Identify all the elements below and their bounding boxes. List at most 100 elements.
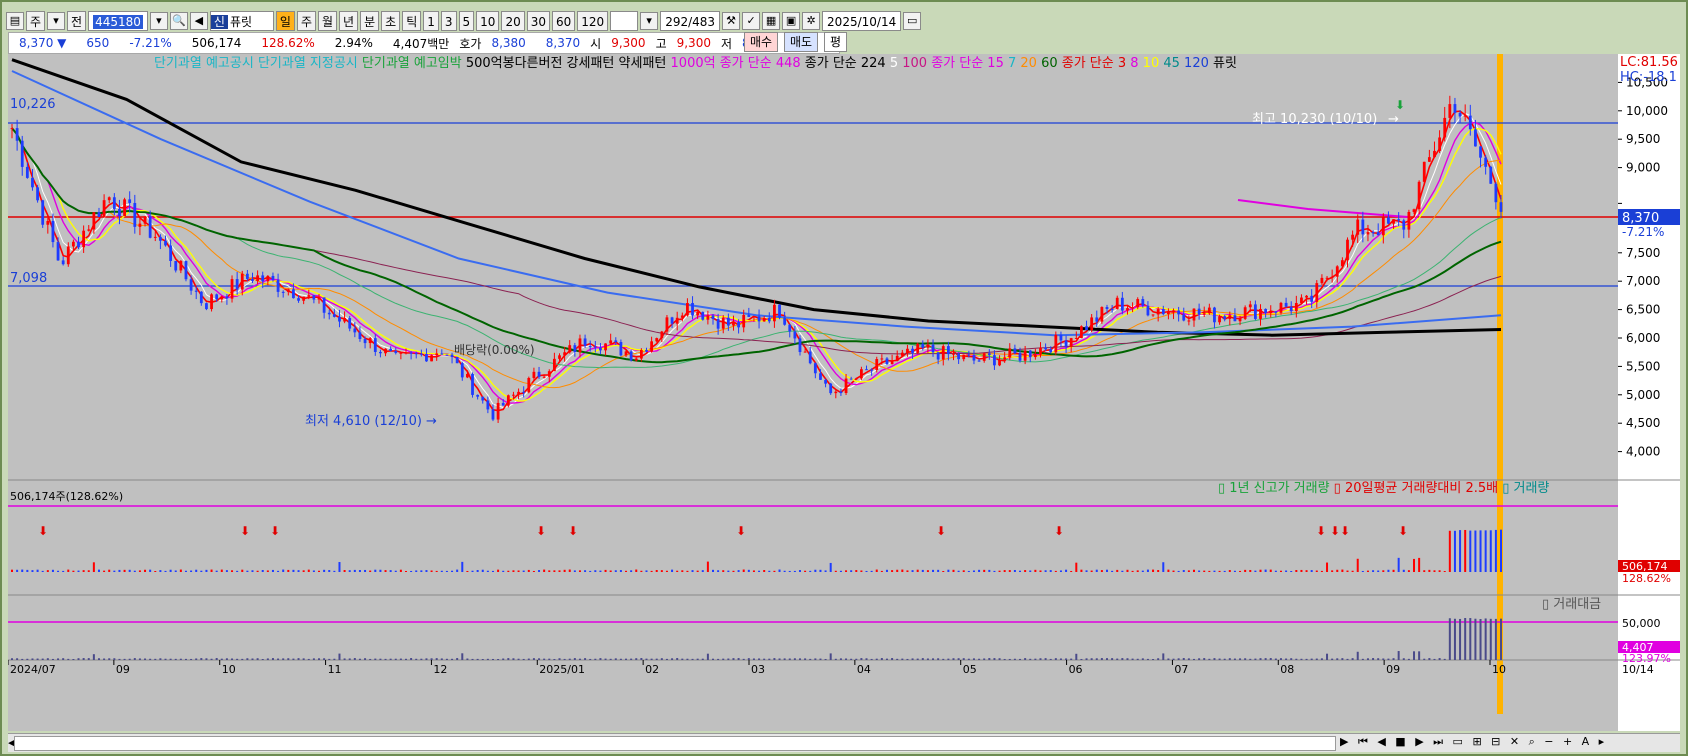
candle-body <box>732 322 735 326</box>
candle-body <box>1013 348 1017 354</box>
stock-name-field[interactable]: 신 퓨릿 <box>209 11 274 31</box>
candle-body <box>471 373 474 395</box>
candle-body <box>1310 295 1314 302</box>
volume-bar <box>67 569 70 572</box>
tools-icon[interactable]: ⚒ <box>722 12 741 30</box>
candle-body <box>542 376 546 378</box>
volume-bar <box>241 569 244 572</box>
amount-bar <box>839 658 842 660</box>
candle-body <box>911 348 914 353</box>
interval-custom-input[interactable] <box>610 11 639 31</box>
candle-body <box>783 317 787 325</box>
speaker-icon[interactable]: ◀ <box>189 12 208 30</box>
candle-body <box>1479 146 1482 158</box>
amount-bar <box>1259 658 1262 660</box>
amount-bar <box>875 658 878 660</box>
volume-bar <box>798 570 801 572</box>
amount-bar <box>998 658 1001 660</box>
tab-year[interactable]: 년 <box>339 11 359 31</box>
indicator-icon[interactable]: ▦ <box>762 12 781 30</box>
candle-body <box>25 166 29 178</box>
save-icon[interactable]: ▣ <box>782 12 801 30</box>
check-icon[interactable]: ✓ <box>742 12 761 30</box>
candle-body <box>1069 338 1073 347</box>
date-tick-label: 10 <box>1492 663 1506 676</box>
interval-20[interactable]: 20 <box>501 11 525 31</box>
sell-button[interactable]: 매도 <box>784 32 819 52</box>
amount-bar <box>1019 658 1022 660</box>
tab-month[interactable]: 월 <box>318 11 338 31</box>
chevron-down-icon[interactable]: ▾ <box>149 12 168 30</box>
amount-bar <box>1218 658 1221 660</box>
volume-bar <box>36 569 39 572</box>
buy-button[interactable]: 매수 <box>744 32 779 52</box>
code-input[interactable]: 445180 <box>88 11 148 31</box>
candle-body <box>1274 311 1278 313</box>
interval-5[interactable]: 5 <box>458 11 475 31</box>
tab-second[interactable]: 초 <box>381 11 401 31</box>
candle-body <box>1218 316 1221 323</box>
signal-arrow: ⬇ <box>1054 524 1064 538</box>
volume-bar <box>394 570 397 572</box>
period-type-select[interactable]: 주 <box>26 11 46 31</box>
volume-bar <box>1003 570 1006 572</box>
amount-bar <box>573 658 576 660</box>
calendar-icon[interactable]: ▭ <box>903 12 922 30</box>
chevron-down-icon[interactable]: ▾ <box>640 12 659 30</box>
amount-bar <box>1428 658 1431 660</box>
volume-bar <box>236 570 239 572</box>
date-tick-label: 04 <box>857 663 871 676</box>
gear-icon[interactable]: ✲ <box>802 12 821 30</box>
interval-10[interactable]: 10 <box>476 11 500 31</box>
interval-60[interactable]: 60 <box>552 11 576 31</box>
volume-bar <box>906 570 909 572</box>
volume-bar <box>200 570 203 572</box>
search-icon[interactable]: 🔍 <box>169 12 188 30</box>
candle-body <box>583 338 587 346</box>
amount-bar <box>1474 618 1477 660</box>
interval-120[interactable]: 120 <box>577 11 609 31</box>
amount-bar <box>476 658 479 660</box>
tab-week[interactable]: 주 <box>296 11 316 31</box>
date-tick-label: 2025/01 <box>539 663 585 676</box>
bar-count-input[interactable]: 292/483 <box>660 11 721 31</box>
candle-body <box>558 355 561 359</box>
candle-body <box>650 341 654 352</box>
amount-bar <box>1397 651 1400 660</box>
candle-body <box>199 291 203 304</box>
eval-button[interactable]: 평 <box>824 32 848 52</box>
chart-settings-icon[interactable]: ▤ <box>6 12 24 30</box>
candle-body <box>143 216 147 224</box>
chevron-down-icon[interactable]: ▾ <box>47 12 66 30</box>
amount-bar <box>67 658 70 660</box>
volume-bar <box>97 569 100 572</box>
candle-body <box>639 349 643 359</box>
tab-minute[interactable]: 분 <box>360 11 380 31</box>
signal-arrow: ⬇ <box>1330 524 1340 538</box>
amount-bar <box>942 658 945 660</box>
tab-day[interactable]: 일 <box>275 11 295 31</box>
candle-body <box>926 344 930 348</box>
interval-30[interactable]: 30 <box>526 11 550 31</box>
interval-1[interactable]: 1 <box>423 11 439 31</box>
ma-line <box>11 127 1502 389</box>
amount-bar <box>82 658 85 660</box>
volume-bar <box>578 570 581 572</box>
interval-3[interactable]: 3 <box>440 11 457 31</box>
prev-button[interactable]: 전 <box>67 11 87 31</box>
tab-tick[interactable]: 틱 <box>402 11 422 31</box>
date-input[interactable]: 2025/10/14 <box>822 11 902 31</box>
date-tick-label: 06 <box>1069 663 1083 676</box>
volume-bar <box>246 570 249 572</box>
volume-bar <box>1494 529 1497 572</box>
amount-bar <box>154 658 157 660</box>
scroll-thumb[interactable] <box>14 736 1336 751</box>
nav-controls[interactable]: ▶ ⏮ ◀ ■ ▶ ⏭ ▭ ⊞ ⊟ ✕ ⌕ − + A ▸ <box>1340 735 1607 749</box>
volume-bar <box>814 569 817 572</box>
candle-body <box>987 353 991 356</box>
date-tick-label: 07 <box>1174 663 1188 676</box>
horizontal-scrollbar[interactable]: ◀ ▶ ⏮ ◀ ■ ▶ ⏭ ▭ ⊞ ⊟ ✕ ⌕ − + A ▸ <box>8 733 1680 752</box>
amount-bar <box>312 658 315 660</box>
candle-body <box>1494 183 1498 203</box>
volume-bar <box>640 570 643 572</box>
